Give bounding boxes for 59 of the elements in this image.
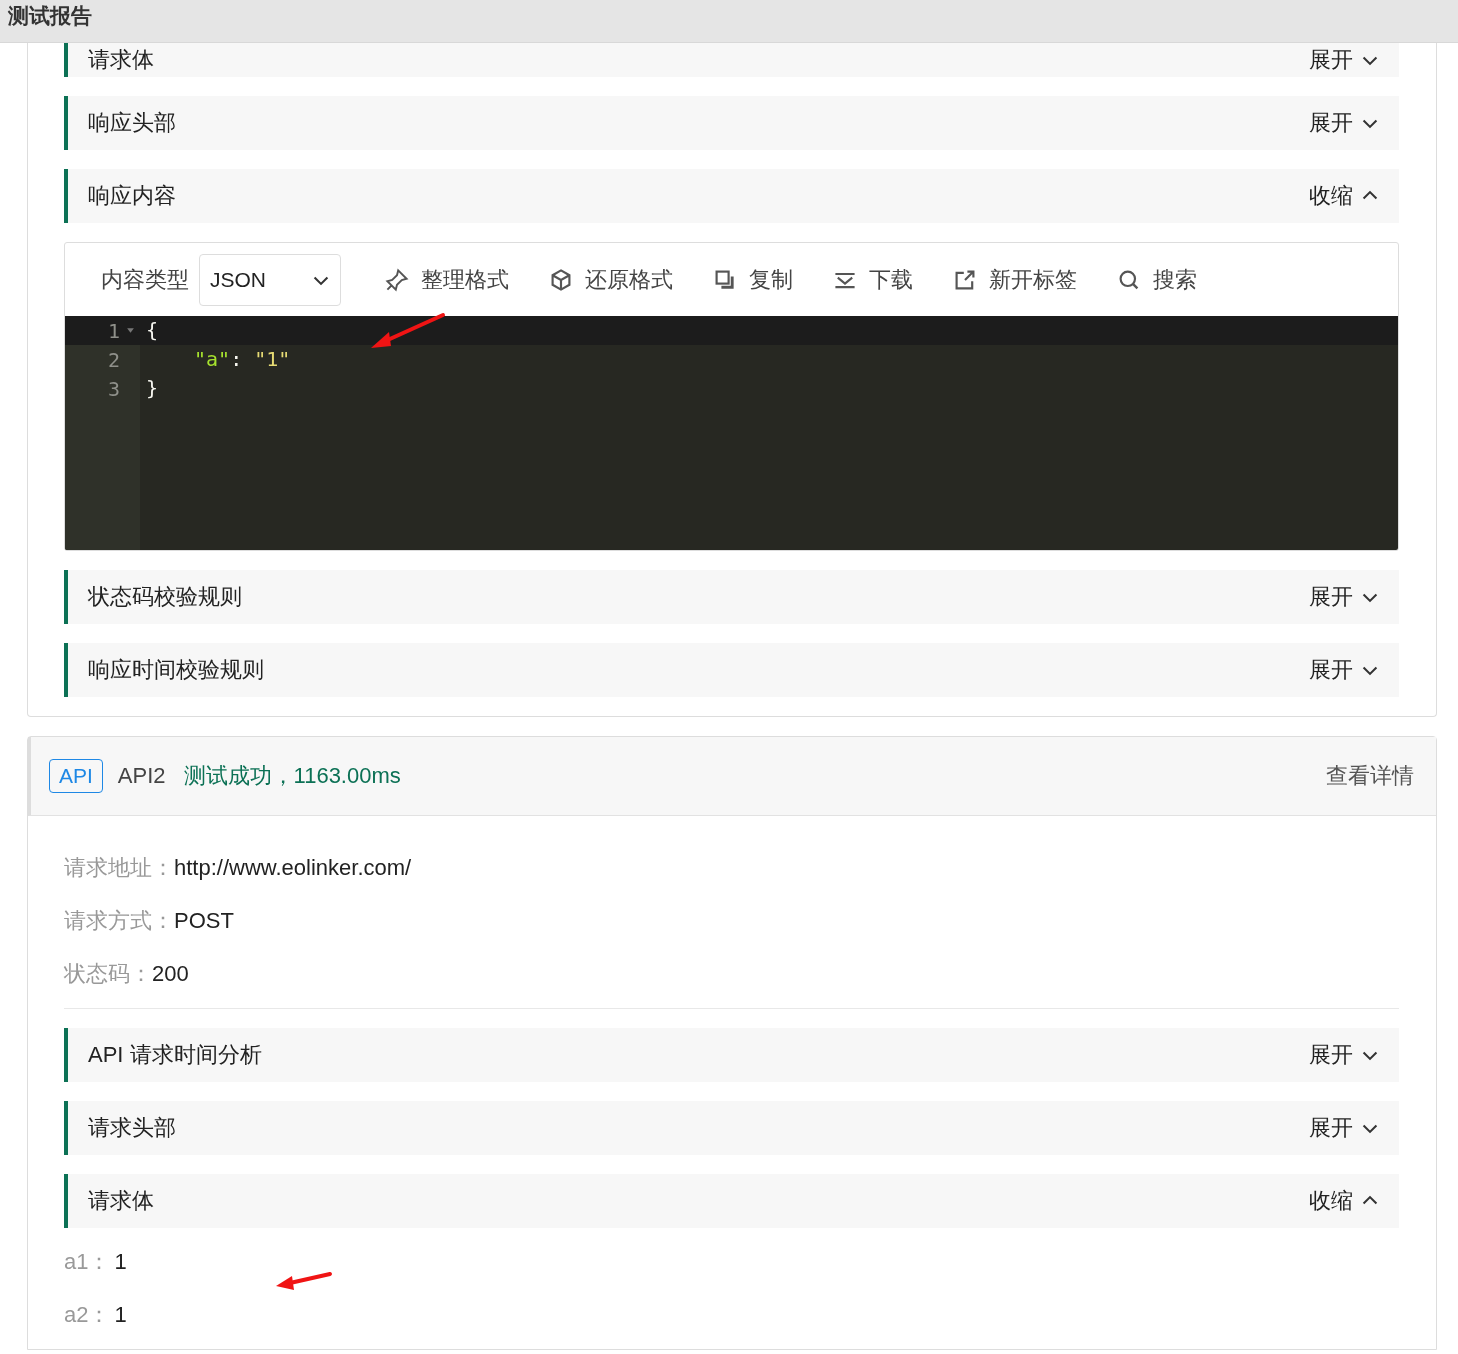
code-editor[interactable]: 1 2 3 { "a": "1" } bbox=[65, 316, 1398, 550]
section-header[interactable]: API 请求时间分析 展开 bbox=[64, 1028, 1399, 1082]
section-header[interactable]: 请求头部 展开 bbox=[64, 1101, 1399, 1155]
info-value: http://www.eolinker.com/ bbox=[174, 855, 412, 881]
section-title: 请求头部 bbox=[88, 1114, 177, 1142]
param-name: a2： bbox=[64, 1301, 111, 1329]
toggle-link[interactable]: 收缩 bbox=[1309, 1186, 1353, 1216]
section-header[interactable]: 状态码校验规则 展开 bbox=[64, 570, 1399, 624]
info-value: 200 bbox=[152, 961, 189, 987]
section-header[interactable]: 响应头部 展开 bbox=[64, 96, 1399, 150]
code-token: "1" bbox=[254, 347, 291, 371]
code-token: } bbox=[146, 376, 159, 400]
section-title: 响应头部 bbox=[88, 109, 177, 137]
param-name: a1： bbox=[64, 1248, 111, 1276]
section-header[interactable]: 响应内容 收缩 bbox=[64, 169, 1399, 223]
toggle-link[interactable]: 展开 bbox=[1309, 1113, 1353, 1143]
code-token: { bbox=[146, 318, 159, 342]
section-title: API 请求时间分析 bbox=[88, 1041, 263, 1069]
line-number: 3 bbox=[107, 376, 120, 401]
section-header[interactable]: 请求体 收缩 bbox=[64, 1174, 1399, 1228]
toolbar-button[interactable]: 复制 bbox=[749, 264, 793, 295]
param-value: 1 bbox=[114, 1302, 127, 1328]
section-title: 请求体 bbox=[88, 1187, 155, 1215]
section-title: 状态码校验规则 bbox=[88, 583, 243, 611]
section-title: 请求体 bbox=[88, 45, 155, 74]
info-label: 请求地址： bbox=[64, 854, 174, 882]
toggle-link[interactable]: 展开 bbox=[1309, 655, 1353, 685]
fold-icon[interactable] bbox=[125, 326, 135, 335]
toolbar-button[interactable]: 整理格式 bbox=[421, 264, 509, 295]
toggle-link[interactable]: 展开 bbox=[1309, 108, 1353, 138]
toolbar-button[interactable]: 下载 bbox=[869, 264, 913, 295]
param-value: 1 bbox=[114, 1249, 127, 1275]
line-number: 2 bbox=[107, 347, 120, 372]
section-header[interactable]: 响应时间校验规则 展开 bbox=[64, 643, 1399, 697]
section-title: 响应时间校验规则 bbox=[88, 656, 265, 684]
toolbar-button[interactable]: 搜索 bbox=[1153, 264, 1197, 295]
info-label: 状态码： bbox=[64, 960, 152, 988]
cube-icon bbox=[549, 267, 573, 292]
toggle-link[interactable]: 收缩 bbox=[1309, 181, 1353, 211]
test-status: 测试成功，1163.00ms bbox=[183, 762, 402, 790]
pin-icon bbox=[385, 267, 409, 292]
info-value: POST bbox=[174, 908, 234, 934]
toggle-link[interactable]: 展开 bbox=[1309, 44, 1353, 75]
info-label: 请求方式： bbox=[64, 907, 174, 935]
api-tag: API bbox=[49, 759, 103, 793]
line-number: 1 bbox=[107, 318, 120, 343]
toggle-link[interactable]: 展开 bbox=[1309, 582, 1353, 612]
page-title: 测试报告 bbox=[8, 3, 92, 29]
toolbar-button[interactable]: 新开标签 bbox=[989, 264, 1077, 295]
content-type-select[interactable]: JSON bbox=[199, 253, 341, 306]
section-title: 响应内容 bbox=[88, 182, 177, 210]
section-header[interactable]: 请求体 展开 bbox=[64, 42, 1399, 77]
code-token: : bbox=[230, 347, 244, 371]
content-type-label: 内容类型 bbox=[101, 265, 189, 294]
code-token: "a" bbox=[193, 347, 231, 371]
details-link[interactable]: 查看详情 bbox=[1326, 761, 1414, 791]
api-name: API2 bbox=[117, 763, 166, 789]
toggle-link[interactable]: 展开 bbox=[1309, 1040, 1353, 1070]
toolbar-button[interactable]: 还原格式 bbox=[585, 264, 673, 295]
